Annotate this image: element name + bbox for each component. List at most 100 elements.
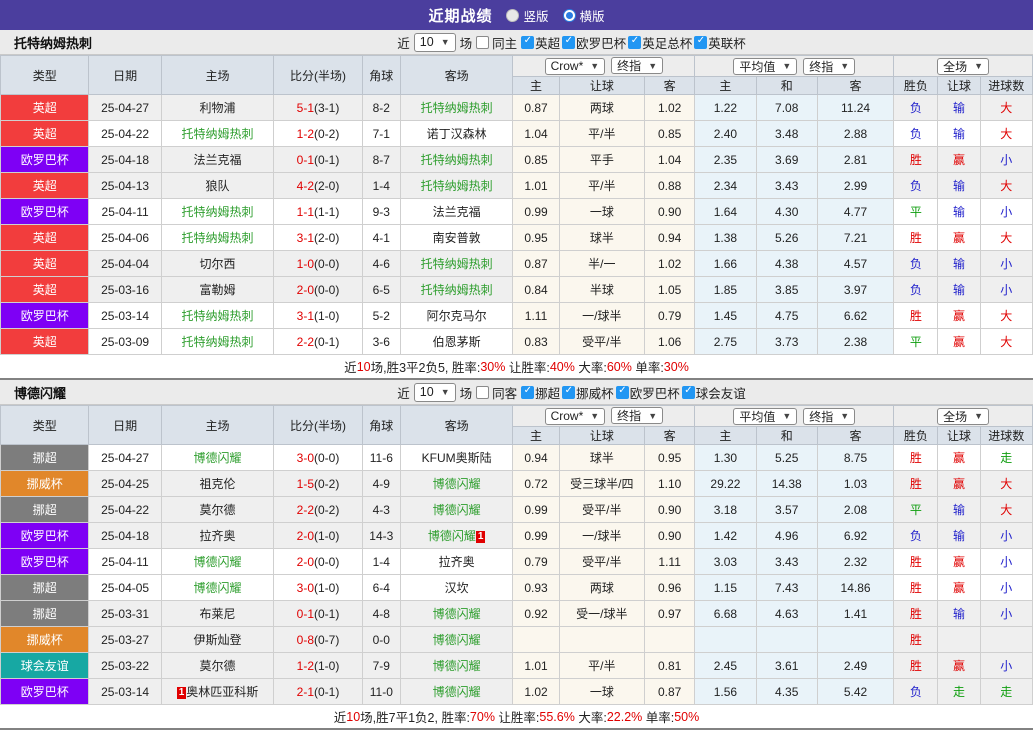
avg-select[interactable]: 平均值 ▼ — [733, 407, 798, 425]
league-badge: 欧罗巴杯 — [0, 302, 90, 329]
league-filter-label: 挪威杯 — [576, 386, 614, 401]
half-time-score: (0-0) — [314, 554, 340, 569]
result-handicap: 赢 — [937, 224, 981, 251]
odds-home: 1.02 — [512, 678, 560, 705]
summary-segment: 30% — [663, 359, 689, 374]
league-filter-checkbox[interactable]: 英联杯 — [694, 33, 746, 52]
league-filter-checkbox[interactable]: 挪威杯 — [562, 383, 614, 402]
summary-segment: 让胜率: — [505, 361, 550, 375]
home-team-cell: 托特纳姆热刺 — [160, 302, 275, 329]
result-goals: 大 — [979, 172, 1033, 199]
filter-bar: 近 10 ▼ 场 同客 挪超挪威杯欧罗巴杯球会友谊 — [397, 382, 746, 402]
full-time-score: 2-0 — [296, 554, 314, 569]
avg-away: 8.75 — [816, 444, 895, 471]
odds-handicap: 一球 — [558, 198, 646, 225]
games-count-select[interactable]: 10 ▼ — [413, 382, 456, 402]
match-row: 挪威杯 25-04-25 祖克伦 1-5(0-2) 4-9 博德闪耀 0.72 … — [0, 470, 1033, 497]
page-title: 近期战绩 — [428, 7, 493, 25]
avg-away: 6.62 — [816, 302, 895, 329]
odds-source-value: Crow* — [550, 59, 584, 74]
away-team: 伯恩茅斯 — [432, 335, 481, 349]
avg-away: 1.41 — [816, 600, 895, 627]
scope-value: 全场 — [943, 409, 968, 424]
chevron-down-icon: ▼ — [440, 387, 450, 397]
avg-home: 3.18 — [694, 496, 757, 523]
games-count-select[interactable]: 10 ▼ — [413, 32, 456, 52]
team-section: 博德闪耀 近 10▼ 场 同客 挪超挪威杯欧罗巴杯球会友谊 类型 日期 主场 比… — [0, 380, 1033, 730]
league-badge: 英超 — [0, 250, 90, 277]
away-team-cell: 托特纳姆热刺 — [399, 94, 514, 121]
score-cell: 3-0(1-0) — [273, 574, 363, 601]
away-team: 汉坎 — [444, 581, 469, 595]
matches-table: 类型 日期 主场 比分(半场) 角球 客场 Crow* ▼ 终指 ▼ 平均值 ▼ 终指 ▼ … — [0, 55, 1033, 355]
odds-away: 0.95 — [644, 444, 696, 471]
corner-score: 3-6 — [361, 328, 401, 355]
corner-score: 4-8 — [361, 600, 401, 627]
score-cell: 2-0(0-0) — [273, 276, 363, 303]
avg-home: 1.38 — [694, 224, 757, 251]
full-time-score: 2-2 — [296, 502, 314, 517]
scope-select[interactable]: 全场 ▼ — [937, 57, 990, 75]
odds-final-select[interactable]: 终指 ▼ — [611, 407, 664, 425]
avg-away: 6.92 — [816, 522, 895, 549]
score-cell: 2-1(0-1) — [273, 678, 363, 705]
avg-away: 2.32 — [816, 548, 895, 575]
odds-handicap — [558, 626, 646, 653]
odds-source-select[interactable]: Crow* ▼ — [544, 57, 606, 75]
odds-group-header: Crow* ▼ 终指 ▼ — [512, 405, 696, 427]
avg-away: 4.77 — [816, 198, 895, 225]
chevron-down-icon: ▼ — [440, 37, 450, 47]
match-row: 英超 25-04-13 狼队 4-2(2-0) 1-4 托特纳姆热刺 1.01 … — [0, 172, 1033, 199]
league-filter-checkbox[interactable]: 欧罗巴杯 — [562, 33, 626, 52]
corner-score: 4-1 — [361, 224, 401, 251]
checkbox-icon — [521, 35, 535, 49]
odds-away — [644, 626, 696, 653]
layout-radio-horizontal[interactable]: 横版 — [562, 6, 605, 25]
league-badge: 挪超 — [0, 574, 90, 601]
result-goals: 小 — [979, 574, 1033, 601]
avg-final-select[interactable]: 终指 ▼ — [803, 407, 856, 425]
score-cell: 0-8(0-7) — [273, 626, 363, 653]
filter-bar: 近 10 ▼ 场 同主 英超欧罗巴杯英足总杯英联杯 — [397, 32, 746, 52]
league-filter-checkbox[interactable]: 挪超 — [521, 383, 560, 402]
odds-source-select[interactable]: Crow* ▼ — [544, 407, 606, 425]
odds-handicap: 平/半 — [558, 172, 646, 199]
layout-radio-vertical[interactable]: 竖版 — [506, 6, 549, 25]
same-venue-checkbox[interactable]: 同主 — [476, 33, 517, 52]
odds-home: 1.01 — [512, 652, 560, 679]
scope-select[interactable]: 全场 ▼ — [937, 407, 990, 425]
league-filter-checkbox[interactable]: 英超 — [521, 33, 560, 52]
league-filter-checkbox[interactable]: 英足总杯 — [628, 33, 692, 52]
score-cell: 2-0(0-0) — [273, 548, 363, 575]
away-team: 托特纳姆热刺 — [420, 283, 493, 297]
checkbox-icon — [615, 385, 629, 399]
summary-segment: 22.2% — [606, 709, 643, 724]
avg-away — [816, 626, 895, 653]
league-filter-checkbox[interactable]: 欧罗巴杯 — [615, 383, 680, 402]
full-time-score: 1-0 — [296, 256, 314, 271]
corner-score: 8-7 — [361, 146, 401, 173]
odds-final-select[interactable]: 终指 ▼ — [611, 57, 664, 75]
scope-group-header: 全场 ▼ — [893, 55, 1033, 77]
games-unit-label: 场 — [459, 386, 473, 401]
avg-home: 2.35 — [694, 146, 757, 173]
odds-home: 0.99 — [512, 496, 560, 523]
odds-away: 0.88 — [644, 172, 696, 199]
away-team-cell: KFUM奥斯陆 — [399, 444, 514, 471]
avg-select[interactable]: 平均值 ▼ — [733, 57, 798, 75]
col-header-score: 比分(半场) — [273, 55, 363, 95]
avg-home: 2.40 — [694, 120, 757, 147]
league-filter-checkbox[interactable]: 球会友谊 — [681, 383, 746, 402]
away-team-cell: 拉齐奥 — [399, 548, 514, 575]
home-team: 莫尔德 — [199, 659, 236, 673]
league-badge: 英超 — [0, 120, 90, 147]
home-team-cell: 法兰克福 — [160, 146, 275, 173]
away-team-cell: 博德闪耀 — [399, 626, 514, 653]
avg-final-select[interactable]: 终指 ▼ — [803, 57, 856, 75]
result-handicap: 赢 — [937, 444, 981, 471]
same-venue-checkbox[interactable]: 同客 — [476, 383, 517, 402]
half-time-score: (0-0) — [314, 256, 340, 271]
home-team-cell: 博德闪耀 — [160, 574, 275, 601]
avg-home: 1.45 — [694, 302, 757, 329]
chevron-down-icon: ▼ — [648, 410, 658, 421]
